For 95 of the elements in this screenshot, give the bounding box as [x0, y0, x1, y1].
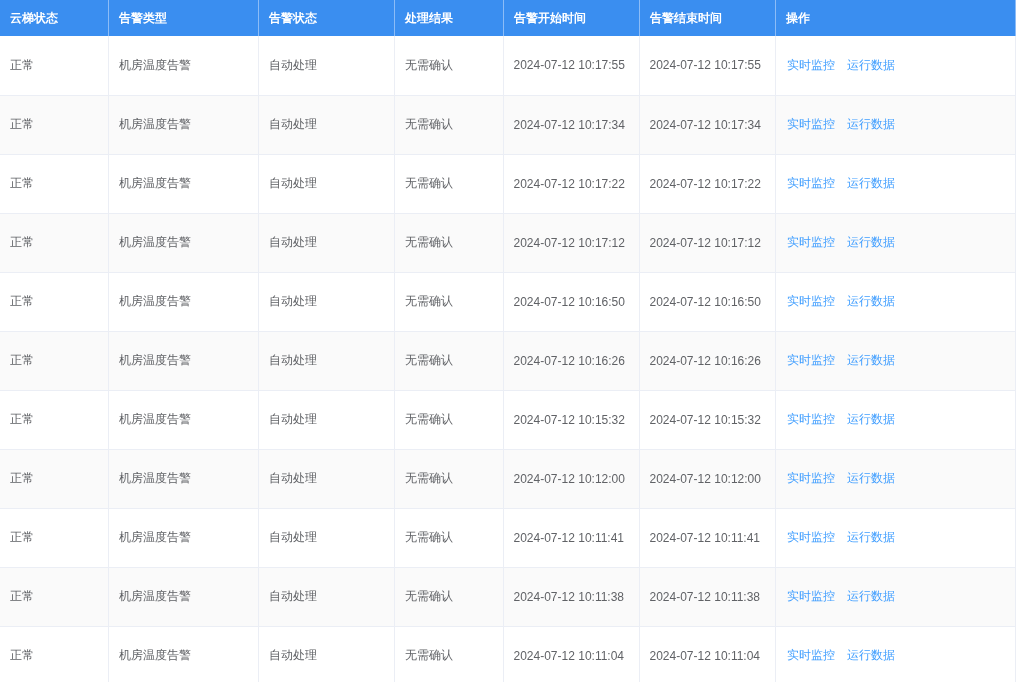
table-cell: 无需确认 — [394, 331, 503, 390]
action-link[interactable]: 实时监控 — [786, 648, 835, 662]
action-link[interactable]: 实时监控 — [786, 57, 835, 72]
action-link[interactable]: 实时监控 — [786, 412, 835, 426]
table-cell: 无需确认 — [394, 567, 503, 626]
table-cell: 机房温度告警 — [108, 154, 258, 213]
table-cell: 2024-07-12 10:15:32 — [503, 390, 639, 449]
table-cell: 自动处理 — [258, 154, 394, 213]
table-cell: 2024-07-12 10:11:41 — [503, 508, 639, 567]
column-header: 操作 — [775, 0, 1016, 36]
action-link[interactable]: 运行数据 — [846, 589, 895, 603]
table-cell: 正常 — [0, 95, 108, 154]
action-link[interactable]: 实时监控 — [786, 117, 835, 131]
table-cell: 无需确认 — [394, 508, 503, 567]
table-cell: 无需确认 — [394, 213, 503, 272]
action-link[interactable]: 运行数据 — [846, 530, 895, 544]
table-cell: 机房温度告警 — [108, 213, 258, 272]
column-header: 告警状态 — [258, 0, 394, 36]
table-cell: 正常 — [0, 449, 108, 508]
table-cell: 正常 — [0, 508, 108, 567]
table-cell: 无需确认 — [394, 449, 503, 508]
action-link[interactable]: 运行数据 — [846, 648, 895, 662]
table-cell: 无需确认 — [394, 390, 503, 449]
table-cell: 无需确认 — [394, 154, 503, 213]
table-cell: 2024-07-12 10:16:50 — [639, 272, 775, 331]
table-cell: 自动处理 — [258, 567, 394, 626]
action-link[interactable]: 运行数据 — [846, 235, 895, 249]
action-link[interactable]: 实时监控 — [786, 176, 835, 190]
action-link[interactable]: 实时监控 — [786, 294, 835, 308]
table-cell: 2024-07-12 10:16:26 — [639, 331, 775, 390]
table-cell: 2024-07-12 10:17:55 — [639, 36, 775, 95]
table-cell: 正常 — [0, 36, 108, 95]
table-cell: 自动处理 — [258, 449, 394, 508]
table-cell: 正常 — [0, 154, 108, 213]
table-cell: 2024-07-12 10:15:32 — [639, 390, 775, 449]
table-cell: 2024-07-12 10:17:12 — [639, 213, 775, 272]
action-link[interactable]: 实时监控 — [786, 530, 835, 544]
table-cell: 正常 — [0, 567, 108, 626]
action-link[interactable]: 实时监控 — [786, 471, 835, 485]
table-cell: 2024-07-12 10:12:00 — [639, 449, 775, 508]
column-header: 告警类型 — [108, 0, 258, 36]
table-cell: 自动处理 — [258, 272, 394, 331]
action-link[interactable]: 运行数据 — [846, 176, 895, 190]
action-link[interactable]: 运行数据 — [846, 471, 895, 485]
action-link[interactable]: 运行数据 — [846, 353, 895, 367]
action-link[interactable]: 运行数据 — [846, 294, 895, 308]
table-cell: 无需确认 — [394, 36, 503, 95]
table-cell: 自动处理 — [258, 626, 394, 682]
table-cell: 正常 — [0, 626, 108, 682]
table-cell: 2024-07-12 10:17:22 — [639, 154, 775, 213]
table-cell: 自动处理 — [258, 508, 394, 567]
column-header: 云梯状态 — [0, 0, 108, 36]
table-cell: 正常 — [0, 331, 108, 390]
table-cell: 无需确认 — [394, 95, 503, 154]
table-cell: 机房温度告警 — [108, 390, 258, 449]
action-link[interactable]: 实时监控 — [786, 353, 835, 367]
column-header: 处理结果 — [394, 0, 503, 36]
table-cell: 2024-07-12 10:16:50 — [503, 272, 639, 331]
table-cell: 2024-07-12 10:16:26 — [503, 331, 639, 390]
table-cell: 机房温度告警 — [108, 331, 258, 390]
table-cell: 自动处理 — [258, 213, 394, 272]
table-cell: 自动处理 — [258, 390, 394, 449]
table-cell: 2024-07-12 10:11:41 — [639, 508, 775, 567]
table-cell: 2024-07-12 10:17:12 — [503, 213, 639, 272]
table-cell: 2024-07-12 10:12:00 — [503, 449, 639, 508]
table-cell: 自动处理 — [258, 331, 394, 390]
table-cell: 2024-07-12 10:17:34 — [503, 95, 639, 154]
table-cell: 机房温度告警 — [108, 272, 258, 331]
table-cell: 机房温度告警 — [108, 626, 258, 682]
table-cell: 正常 — [0, 213, 108, 272]
table-cell: 2024-07-12 10:11:38 — [639, 567, 775, 626]
table-cell: 2024-07-12 10:17:34 — [639, 95, 775, 154]
table-cell: 无需确认 — [394, 272, 503, 331]
table-cell: 2024-07-12 10:11:04 — [503, 626, 639, 682]
table-cell: 正常 — [0, 272, 108, 331]
column-header: 告警开始时间 — [503, 0, 639, 36]
table-cell: 机房温度告警 — [108, 508, 258, 567]
table-cell: 2024-07-12 10:17:55 — [503, 36, 639, 95]
action-link[interactable]: 实时监控 — [786, 235, 835, 249]
table-cell: 2024-07-12 10:11:04 — [639, 626, 775, 682]
action-link[interactable]: 运行数据 — [846, 412, 895, 426]
table-cell: 2024-07-12 10:11:38 — [503, 567, 639, 626]
table-cell: 无需确认 — [394, 626, 503, 682]
table-cell: 机房温度告警 — [108, 95, 258, 154]
table-cell: 机房温度告警 — [108, 567, 258, 626]
table-cell: 2024-07-12 10:17:22 — [503, 154, 639, 213]
table-cell: 自动处理 — [258, 36, 394, 95]
table-cell: 机房温度告警 — [108, 36, 258, 95]
table-cell: 自动处理 — [258, 95, 394, 154]
action-link[interactable]: 运行数据 — [846, 57, 895, 72]
table-cell: 正常 — [0, 390, 108, 449]
column-header: 告警结束时间 — [639, 0, 775, 36]
action-link[interactable]: 实时监控 — [786, 589, 835, 603]
action-link[interactable]: 运行数据 — [846, 117, 895, 131]
table-cell: 机房温度告警 — [108, 449, 258, 508]
